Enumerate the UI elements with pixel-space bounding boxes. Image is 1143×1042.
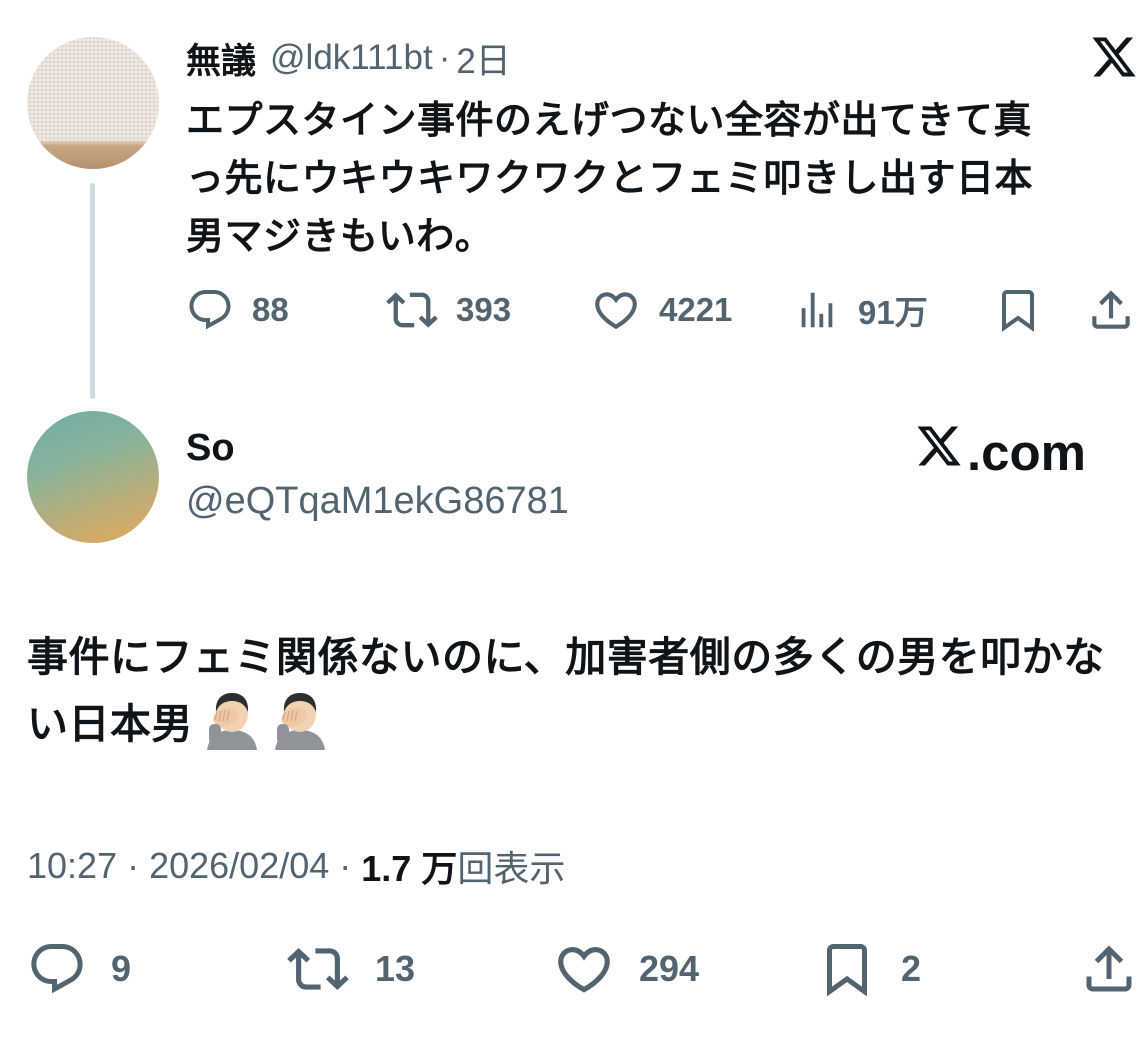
meta-separator: ·: [339, 845, 352, 886]
parent-reply-button[interactable]: 88: [186, 286, 289, 334]
retweet-icon: [386, 284, 438, 336]
main-avatar[interactable]: [27, 411, 159, 543]
thread-connector-line: [90, 183, 95, 399]
retweet-icon: [285, 938, 351, 1000]
parent-share-button[interactable]: [1086, 286, 1136, 334]
parent-handle[interactable]: @ldk111bt: [270, 38, 433, 78]
face-palm-icon: [271, 690, 329, 769]
parent-views-count: 91万: [858, 294, 928, 331]
x-logo-icon: [1090, 33, 1138, 81]
main-retweet-count: 13: [375, 948, 416, 989]
reply-icon: [186, 286, 234, 334]
main-tweet-text: 事件にフェミ関係ないのに、加害者側の多くの男を叩かない日本男: [27, 624, 1132, 769]
parent-reply-count: 88: [252, 291, 289, 328]
like-icon: [591, 285, 641, 335]
main-action-bar: 9 13 294 2: [27, 939, 1139, 999]
parent-text-line: 男マジきもいわ。: [186, 216, 494, 258]
parent-tweet-text: エプスタイン事件のえげつない全容が出てきて真 っ先にウキウキワクワクとフェミ叩き…: [186, 92, 1131, 266]
main-like-button[interactable]: 294: [553, 942, 699, 996]
main-retweet-button[interactable]: 13: [285, 942, 415, 996]
main-display-name[interactable]: So: [186, 427, 235, 470]
parent-time-ago[interactable]: 2日: [456, 33, 510, 84]
tweet-view-label: 回表示: [457, 848, 566, 889]
main-share-button[interactable]: [1079, 942, 1139, 996]
bookmark-icon: [817, 939, 877, 999]
parent-avatar[interactable]: [27, 37, 159, 169]
main-bookmark-button[interactable]: 2: [817, 939, 922, 999]
face-palm-icon: [203, 690, 261, 769]
share-icon: [1079, 939, 1139, 999]
main-like-count: 294: [639, 948, 700, 989]
parent-action-bar: 88 393 4221 91万: [186, 286, 1141, 334]
x-com-watermark: .com: [915, 422, 1086, 482]
parent-text-line: っ先にウキウキワクワクとフェミ叩きし出す日本: [186, 158, 1034, 200]
main-bookmark-count: 2: [901, 948, 922, 989]
meta-separator: ·: [127, 845, 140, 886]
parent-like-button[interactable]: 4221: [591, 286, 732, 334]
tweet-meta: 10:27 · 2026/02/04 · 1.7 万 回表示: [27, 841, 565, 891]
like-icon: [553, 938, 615, 1000]
tweet-view-count[interactable]: 1.7 万: [361, 840, 457, 892]
tweet-date[interactable]: 2026/02/04: [149, 845, 329, 887]
views-icon: [794, 286, 840, 334]
x-com-label: .com: [967, 423, 1087, 481]
main-reply-count: 9: [111, 948, 132, 989]
parent-header-separator: ·: [438, 38, 451, 77]
tweet-time[interactable]: 10:27: [27, 845, 117, 887]
parent-text-line: エプスタイン事件のえげつない全容が出てきて真: [186, 100, 1032, 142]
parent-bookmark-button[interactable]: [994, 286, 1042, 334]
parent-retweet-button[interactable]: 393: [386, 286, 511, 334]
main-reply-button[interactable]: 9: [27, 942, 131, 996]
reply-icon: [27, 939, 87, 999]
parent-retweet-count: 393: [456, 291, 512, 328]
parent-display-name[interactable]: 無議: [186, 33, 256, 84]
share-icon: [1086, 285, 1136, 335]
main-handle[interactable]: @eQTqaM1ekG86781: [186, 480, 569, 523]
main-text-content: 事件にフェミ関係ないのに、加害者側の多くの男を叩かない日本男: [27, 634, 1105, 747]
x-logo-icon: [915, 422, 967, 482]
parent-like-count: 4221: [659, 291, 733, 328]
parent-tweet-header: 無議 @ldk111bt · 2日: [186, 36, 511, 81]
bookmark-icon: [994, 286, 1042, 334]
parent-views-button[interactable]: 91万: [794, 286, 928, 334]
